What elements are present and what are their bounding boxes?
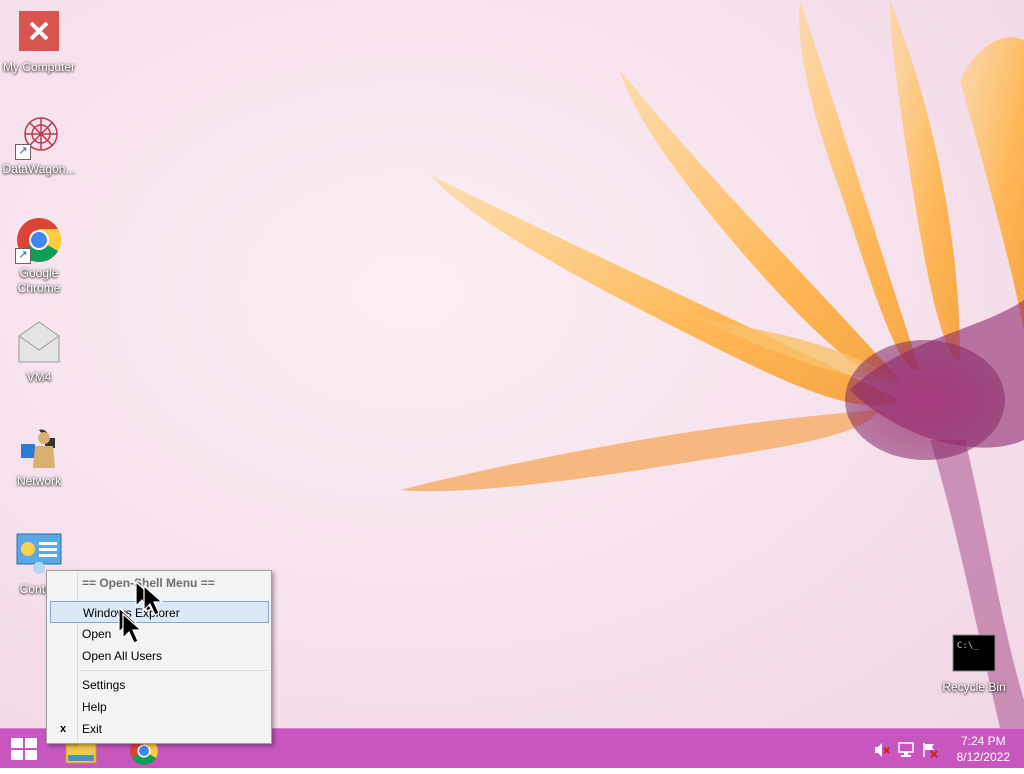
desktop-icon-label: My Computer — [2, 60, 76, 74]
menu-item-open[interactable]: Open — [49, 623, 269, 645]
command-prompt-icon: C:\_ — [952, 634, 996, 672]
menu-item-help[interactable]: Help — [49, 696, 269, 718]
desktop-icon-google-chrome[interactable]: ↗ Google Chrome — [1, 216, 77, 296]
mouse-cursor-icon — [118, 606, 143, 644]
desktop-icon-label: VM4 — [26, 370, 52, 384]
desktop-icon-label: Network — [16, 474, 61, 488]
menu-item-settings[interactable]: Settings — [49, 674, 269, 696]
menu-item-exit[interactable]: x Exit — [49, 718, 269, 740]
desktop-icon-network[interactable]: Network — [1, 424, 77, 489]
menu-item-open-all-users[interactable]: Open All Users — [49, 645, 269, 667]
desktop-icon-my-computer[interactable]: My Computer — [1, 10, 77, 75]
desktop-icon-recycle-bin[interactable]: C:\_ Recycle Bin — [936, 634, 1012, 695]
menu-separator — [79, 670, 267, 671]
taskbar-clock[interactable]: 7:24 PM 8/12/2022 — [957, 733, 1010, 765]
desktop-icon-label: Recycle Bin — [942, 680, 1006, 694]
desktop-icon-datawagon[interactable]: ↗ DataWagon... — [1, 112, 77, 177]
error-x-icon — [15, 10, 63, 58]
datawagon-logo-icon: ↗ — [15, 112, 63, 160]
chrome-icon: ↗ — [15, 216, 63, 264]
mail-envelope-icon — [15, 320, 63, 368]
svg-text:C:\_: C:\_ — [957, 641, 979, 651]
desktop-icon-label: DataWagon... — [2, 162, 76, 176]
desktop-icon-label: Google Chrome — [17, 266, 61, 295]
shortcut-arrow-icon: ↗ — [15, 144, 31, 160]
clock-time: 7:24 PM — [960, 734, 1006, 748]
network-puzzle-icon — [15, 424, 63, 472]
action-center-flag-icon[interactable] — [922, 742, 938, 758]
start-button[interactable] — [0, 729, 48, 769]
shortcut-arrow-icon: ↗ — [15, 248, 31, 264]
clock-date: 8/12/2022 — [956, 750, 1010, 764]
volume-muted-icon[interactable] — [874, 742, 890, 758]
windows-logo-icon — [11, 738, 37, 760]
desktop-icon-vm4[interactable]: VM4 — [1, 320, 77, 385]
exit-mark-icon: x — [60, 723, 67, 735]
network-icon[interactable] — [898, 742, 914, 758]
